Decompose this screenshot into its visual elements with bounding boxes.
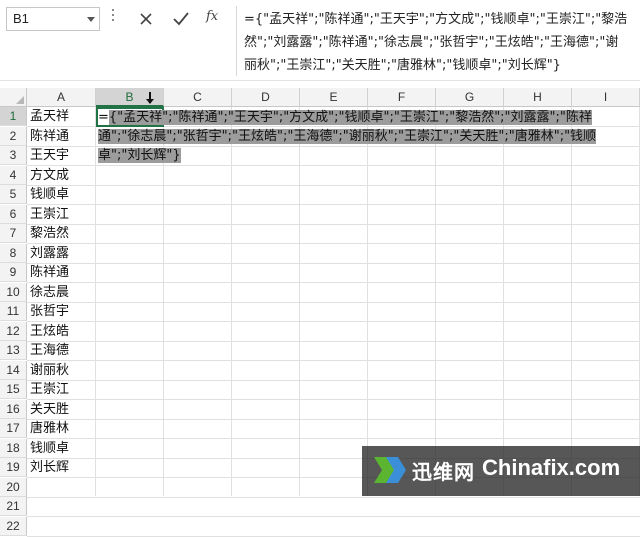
column-header-i[interactable]: I <box>572 88 640 107</box>
cell-a9[interactable]: 陈祥通 <box>30 263 69 282</box>
name-box-value: B1 <box>13 11 29 26</box>
edit-selection: {"孟天祥";"陈祥通";"王天宇";"方文成";"钱顺卓";"王崇江";"黎浩… <box>98 110 597 163</box>
worksheet-grid[interactable]: A B C D E F G H I 1 2 3 4 5 6 7 8 9 10 11 12 13 14 15 16 17 18 19 20… <box>0 88 640 537</box>
grid-row-line <box>27 204 640 205</box>
row-header-13[interactable]: 13 <box>0 341 27 360</box>
row-header-5[interactable]: 5 <box>0 185 27 204</box>
row-header-21[interactable]: 21 <box>0 497 27 516</box>
drag-handle-icon[interactable] <box>112 9 115 27</box>
grid-row-line <box>27 360 640 361</box>
row-header-9[interactable]: 9 <box>0 263 27 282</box>
column-header-c[interactable]: C <box>164 88 232 107</box>
grid-row-line <box>27 399 640 400</box>
grid-row-line <box>27 165 640 166</box>
cell-a1[interactable]: 孟天祥 <box>30 107 69 126</box>
watermark-brand-en: Chinafix.com <box>482 455 621 480</box>
grid-row-line <box>27 243 640 244</box>
row-header-14[interactable]: 14 <box>0 360 27 380</box>
insert-function-button[interactable]: fx <box>206 9 218 24</box>
grid-row-line <box>27 379 640 381</box>
grid-row-line <box>27 418 640 420</box>
cancel-button[interactable] <box>133 8 159 30</box>
grid-row-line <box>27 282 640 283</box>
edit-prefix: = <box>98 110 109 125</box>
grid-row-line <box>27 496 640 498</box>
cell-a19[interactable]: 刘长辉 <box>30 458 69 477</box>
cell-edit-text[interactable]: ={"孟天祥";"陈祥通";"王天宇";"方文成";"钱顺卓";"王崇江";"黎… <box>98 108 624 165</box>
check-icon <box>173 12 189 26</box>
cell-a5[interactable]: 钱顺卓 <box>30 185 69 204</box>
column-header-a[interactable]: A <box>27 88 96 107</box>
row-header-10[interactable]: 10 <box>0 282 27 302</box>
formula-bar-border <box>0 80 640 81</box>
column-header-d[interactable]: D <box>232 88 300 107</box>
cell-a17[interactable]: 唐雅林 <box>30 419 69 438</box>
close-icon <box>140 13 152 25</box>
row-header-1[interactable]: 1 <box>0 107 27 126</box>
cell-a7[interactable]: 黎浩然 <box>30 224 69 243</box>
row-header-17[interactable]: 17 <box>0 419 27 438</box>
chevron-down-icon[interactable] <box>87 17 95 22</box>
grid-row-line <box>27 321 640 322</box>
spreadsheet-window: B1 fx ={"孟天祥";"陈祥通";"王天宇";"方文成";"钱顺卓";"王… <box>0 0 640 537</box>
select-column-cursor-icon <box>146 92 154 104</box>
row-header-7[interactable]: 7 <box>0 224 27 243</box>
column-header-f[interactable]: F <box>368 88 436 107</box>
grid-row-line <box>27 535 640 537</box>
cell-a15[interactable]: 王崇江 <box>30 380 69 399</box>
row-header-6[interactable]: 6 <box>0 204 27 224</box>
column-header-g[interactable]: G <box>436 88 504 107</box>
column-header-e[interactable]: E <box>300 88 368 107</box>
cell-a4[interactable]: 方文成 <box>30 166 69 185</box>
row-header-18[interactable]: 18 <box>0 438 27 458</box>
row-header-19[interactable]: 19 <box>0 458 27 477</box>
grid-row-line <box>27 223 640 225</box>
row-header-15[interactable]: 15 <box>0 380 27 399</box>
grid-row-line <box>27 516 640 517</box>
cell-a8[interactable]: 刘露露 <box>30 244 69 263</box>
formula-bar-divider <box>236 6 237 76</box>
cell-a18[interactable]: 钱顺卓 <box>30 439 69 458</box>
grid-row-line <box>27 262 640 264</box>
cell-a11[interactable]: 张哲宇 <box>30 302 69 321</box>
column-header-h[interactable]: H <box>504 88 572 107</box>
formula-bar: B1 fx ={"孟天祥";"陈祥通";"王天宇";"方文成";"钱顺卓";"王… <box>0 0 640 88</box>
cell-a14[interactable]: 谢丽秋 <box>30 361 69 380</box>
row-header-2[interactable]: 2 <box>0 126 27 146</box>
cell-a10[interactable]: 徐志晨 <box>30 283 69 302</box>
cell-a12[interactable]: 王炫皓 <box>30 322 69 341</box>
grid-row-line <box>27 340 640 342</box>
select-all-button[interactable] <box>0 88 27 107</box>
row-header-12[interactable]: 12 <box>0 321 27 341</box>
cell-a6[interactable]: 王崇江 <box>30 205 69 224</box>
name-box[interactable]: B1 <box>6 7 100 31</box>
row-header-22[interactable]: 22 <box>0 516 27 536</box>
brand-logo-icon <box>374 457 406 483</box>
row-header-3[interactable]: 3 <box>0 146 27 165</box>
watermark-brand-cn: 迅维网 <box>412 460 475 484</box>
row-header-11[interactable]: 11 <box>0 302 27 321</box>
grid-row-line <box>27 438 640 439</box>
cell-a13[interactable]: 王海德 <box>30 341 69 360</box>
row-header-4[interactable]: 4 <box>0 165 27 185</box>
grid-row-line <box>27 301 640 303</box>
cell-a3[interactable]: 王天宇 <box>30 146 69 165</box>
formula-input[interactable]: ={"孟天祥";"陈祥通";"王天宇";"方文成";"钱顺卓";"王崇江";"黎… <box>244 8 628 77</box>
grid-row-line <box>27 184 640 186</box>
row-header-8[interactable]: 8 <box>0 243 27 263</box>
row-header-20[interactable]: 20 <box>0 477 27 497</box>
cell-a2[interactable]: 陈祥通 <box>30 127 69 146</box>
row-header-16[interactable]: 16 <box>0 399 27 419</box>
enter-button[interactable] <box>168 8 194 30</box>
cell-a16[interactable]: 关天胜 <box>30 400 69 419</box>
